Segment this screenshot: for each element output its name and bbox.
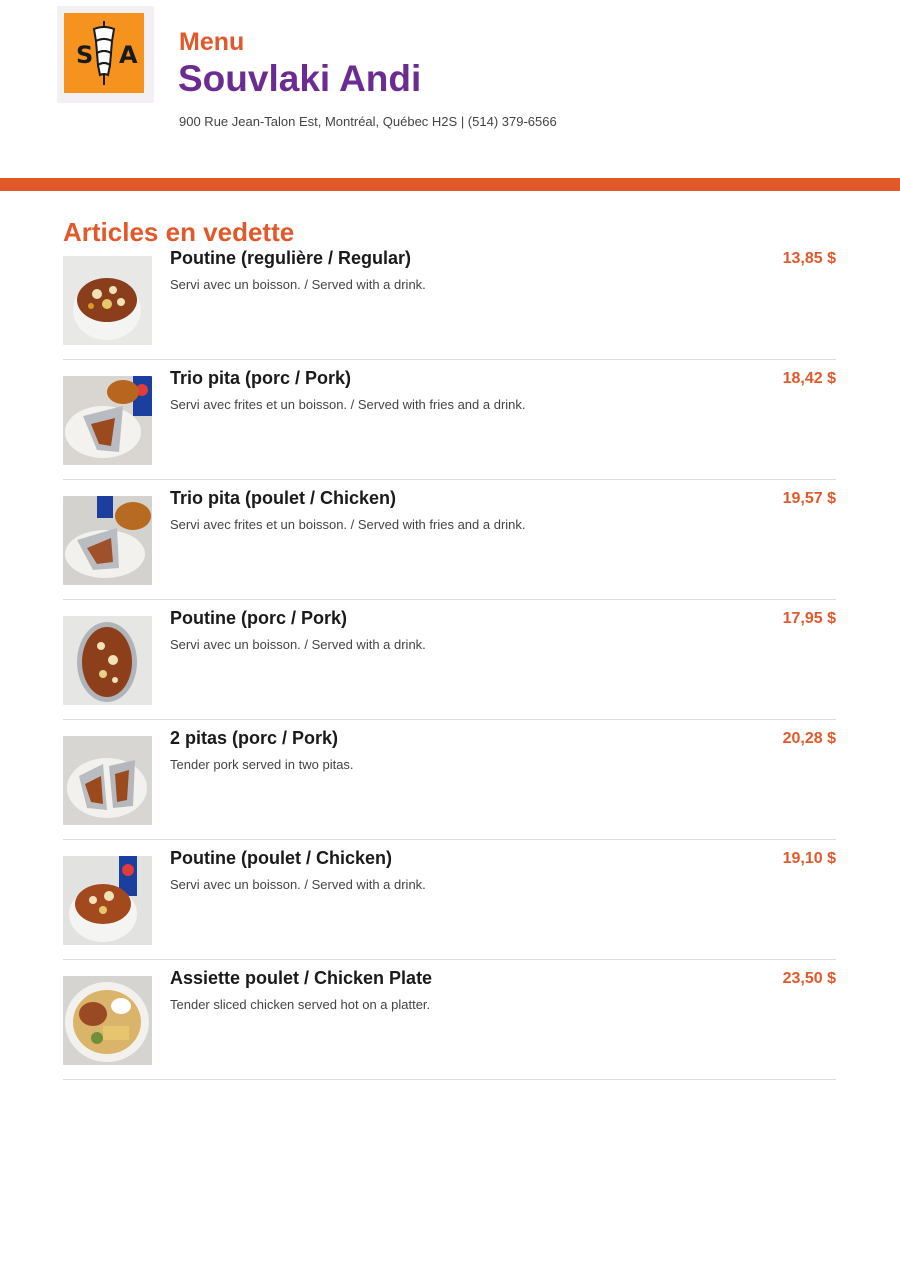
logo-frame: S A bbox=[57, 6, 154, 103]
trio-pita-chicken-photo bbox=[63, 496, 152, 585]
item-name: 2 pitas (porc / Pork) bbox=[170, 728, 339, 748]
item-name: Poutine (regulière / Regular) bbox=[170, 248, 412, 268]
svg-text:S: S bbox=[76, 41, 93, 69]
header-divider bbox=[0, 178, 900, 191]
item-price: 23,50 $ bbox=[782, 970, 836, 987]
item-description: Tender pork served in two pitas. bbox=[170, 757, 354, 772]
menu-item[interactable]: Poutine (porc / Pork) Servi avec un bois… bbox=[63, 600, 836, 720]
item-name: Trio pita (poulet / Chicken) bbox=[170, 488, 397, 508]
item-price: 19,10 $ bbox=[782, 850, 836, 867]
item-description: Servi avec frites et un boisson. / Serve… bbox=[170, 517, 526, 532]
menu-item-list: Poutine (regulière / Regular) Servi avec… bbox=[63, 247, 836, 1080]
restaurant-name: Souvlaki Andi bbox=[178, 58, 422, 99]
section-title: Articles en vedette bbox=[63, 217, 295, 247]
menu-item[interactable]: Poutine (regulière / Regular) Servi avec… bbox=[63, 247, 836, 360]
menu-item[interactable]: Trio pita (poulet / Chicken) Servi avec … bbox=[63, 480, 836, 600]
menu-item[interactable]: Poutine (poulet / Chicken) Servi avec un… bbox=[63, 840, 836, 960]
restaurant-address: 900 Rue Jean-Talon Est, Montréal, Québec… bbox=[179, 114, 557, 129]
trio-pita-pork-photo bbox=[63, 376, 152, 465]
item-price: 13,85 $ bbox=[782, 250, 836, 267]
menu-item[interactable]: Trio pita (porc / Pork) Servi avec frite… bbox=[63, 360, 836, 480]
item-name: Trio pita (porc / Pork) bbox=[170, 368, 352, 388]
item-price: 18,42 $ bbox=[782, 370, 836, 387]
item-description: Servi avec un boisson. / Served with a d… bbox=[170, 877, 426, 892]
item-price: 17,95 $ bbox=[782, 610, 836, 627]
item-description: Servi avec un boisson. / Served with a d… bbox=[170, 277, 426, 292]
item-name: Poutine (porc / Pork) bbox=[170, 608, 348, 628]
item-description: Tender sliced chicken served hot on a pl… bbox=[170, 997, 431, 1012]
item-price: 19,57 $ bbox=[782, 490, 836, 507]
menu-label: Menu bbox=[179, 28, 245, 56]
souvlaki-andi-logo-icon: S A bbox=[64, 13, 144, 93]
featured-section: Articles en vedette Poutine (regulière /… bbox=[0, 191, 900, 1080]
poutine-pork-photo bbox=[63, 616, 152, 705]
chicken-plate-photo bbox=[63, 976, 152, 1065]
menu-header: S A Menu Souvlaki Andi 900 Rue Jean-Talo… bbox=[0, 0, 900, 178]
poutine-chicken-photo bbox=[63, 856, 152, 945]
two-pitas-pork-photo bbox=[63, 736, 152, 825]
item-price: 20,28 $ bbox=[782, 730, 836, 747]
svg-text:A: A bbox=[119, 41, 138, 69]
item-description: Servi avec un boisson. / Served with a d… bbox=[170, 637, 426, 652]
menu-item[interactable]: Assiette poulet / Chicken Plate Tender s… bbox=[63, 960, 836, 1080]
item-description: Servi avec frites et un boisson. / Serve… bbox=[170, 397, 526, 412]
item-name: Assiette poulet / Chicken Plate bbox=[170, 968, 433, 988]
menu-item[interactable]: 2 pitas (porc / Pork) Tender pork served… bbox=[63, 720, 836, 840]
item-name: Poutine (poulet / Chicken) bbox=[170, 848, 393, 868]
poutine-regular-photo bbox=[63, 256, 152, 345]
